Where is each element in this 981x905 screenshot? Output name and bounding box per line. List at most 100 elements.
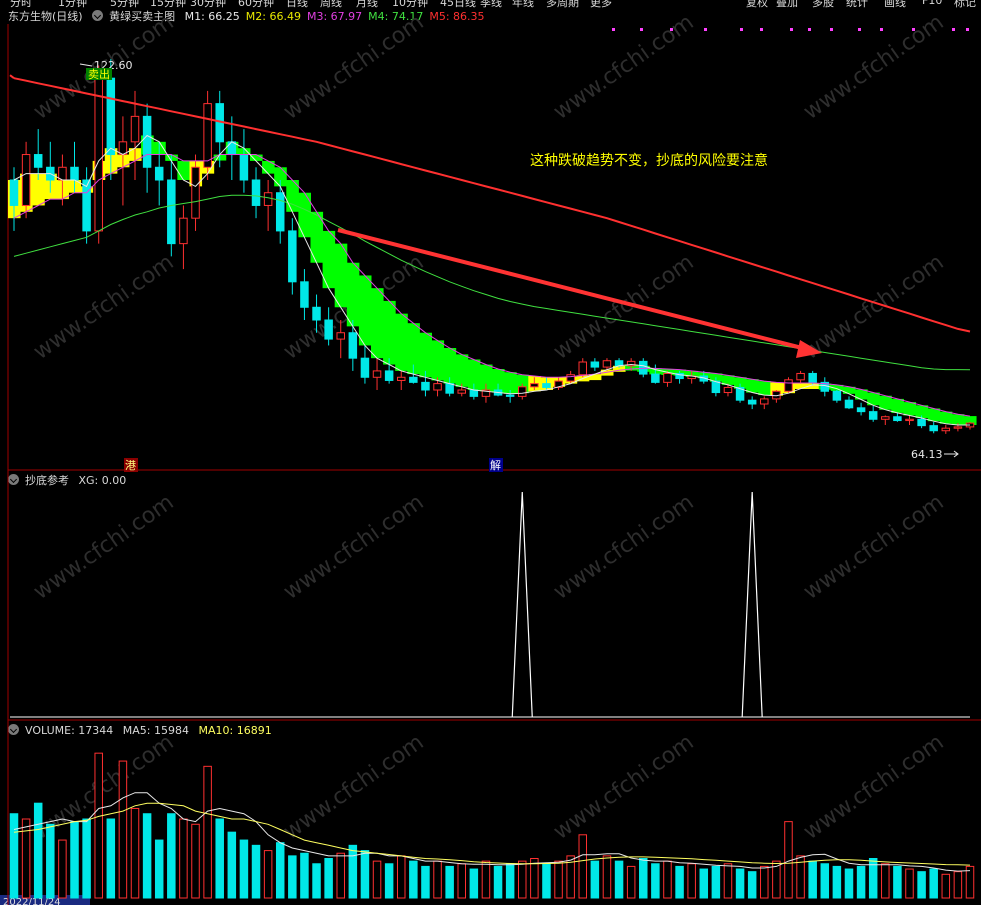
volume-bar-up [905, 868, 914, 899]
volume-bar-down [9, 813, 19, 899]
volume-bar-up [336, 852, 345, 899]
candle-down [893, 416, 902, 422]
volume-bar-down [735, 868, 745, 899]
candle-down [251, 179, 261, 206]
volume-bar-down [167, 813, 176, 899]
candle-down [868, 411, 878, 420]
marker-dot [704, 28, 707, 31]
volume-bar-up [530, 858, 539, 899]
volume-bar-up [58, 839, 67, 899]
candle-down [300, 281, 309, 308]
volume-bar-down [154, 839, 164, 899]
watermark-text: www.cfchi.com [279, 10, 428, 125]
candle-down [142, 115, 152, 168]
candle-up [578, 361, 588, 376]
volume-bar-up [118, 760, 128, 899]
marker-dot [966, 28, 969, 31]
candle-down [360, 357, 370, 378]
volume-bar-up [94, 752, 103, 899]
candle-down [808, 372, 817, 383]
candle-down [651, 373, 660, 383]
volume-bar-down [251, 844, 261, 899]
candle-up [796, 372, 805, 381]
comment-text: 这种跌破趋势不变，抄底的风险要注意 [530, 152, 768, 169]
volume-bar-up [953, 871, 963, 899]
volume-bar-up [433, 860, 442, 899]
candle-up [191, 166, 200, 219]
volume-bar-down [348, 844, 358, 899]
ribbon-block [249, 154, 263, 161]
volume-bar-down [699, 868, 709, 899]
volume-bar-down [300, 852, 309, 899]
volume-bar-up [518, 860, 527, 899]
marker-dot [880, 28, 883, 31]
candle-down [288, 230, 297, 283]
candle-up [881, 416, 890, 420]
watermark-text: www.cfchi.com [549, 490, 698, 605]
ma5-line [13, 77, 971, 333]
volume-bar-down [917, 871, 926, 899]
volume-bar-down [747, 871, 757, 899]
candle-up [784, 379, 793, 392]
candle-down [832, 390, 842, 401]
candle-down [167, 179, 176, 245]
marker-dot [740, 28, 743, 31]
candle-down [324, 319, 333, 340]
volume-bar-up [881, 863, 890, 899]
volume-bar-up [687, 863, 696, 899]
watermark-text: www.cfchi.com [799, 10, 948, 125]
volume-bar-up [263, 850, 273, 899]
volume-bar-down [856, 865, 866, 899]
watermark-text: www.cfchi.com [29, 250, 178, 365]
watermark-text: www.cfchi.com [29, 490, 178, 605]
candle-down [856, 407, 866, 413]
marker-dot [912, 28, 915, 31]
ribbon-block [358, 275, 372, 346]
watermark-text: www.cfchi.com [279, 730, 428, 845]
chart-canvas[interactable]: www.cfchi.com www.cfchi.com www.cfchi.com w… [0, 0, 981, 905]
signal-spike [511, 491, 533, 718]
candle-down [505, 394, 515, 397]
volume-bar-down [384, 863, 394, 899]
ribbon-block [746, 379, 759, 393]
marker-dot [952, 28, 955, 31]
volume-bar-down [70, 821, 79, 899]
volume-bar-down [820, 863, 830, 899]
candle-down [275, 192, 285, 232]
candle-down [639, 360, 648, 375]
candle-down [469, 389, 479, 397]
watermark-text: www.cfchi.com [799, 730, 948, 845]
volume-bar-down [808, 860, 817, 899]
volume-bar-down [409, 860, 418, 899]
volume-bar-up [760, 865, 769, 899]
volume-bar-up [130, 807, 140, 899]
watermark-text: www.cfchi.com [549, 730, 698, 845]
candle-down [542, 383, 551, 388]
candle-down [917, 418, 926, 427]
volume-bar-down [651, 863, 660, 899]
marker-dot [830, 28, 833, 31]
candle-up [433, 383, 442, 391]
ribbon-block [370, 288, 384, 359]
ribbon-block [395, 313, 408, 371]
candle-up [21, 154, 31, 206]
candle-up [336, 332, 345, 340]
candle-up [602, 360, 612, 368]
volume-bar-down [275, 842, 285, 899]
ribbon-block [419, 332, 432, 378]
volume-bar-down [590, 860, 600, 899]
marker-dot [790, 28, 793, 31]
candle-down [154, 166, 164, 181]
candle-down [590, 361, 600, 368]
candle-up [203, 103, 212, 168]
candle-down [384, 370, 394, 381]
ribbon-block [927, 408, 941, 422]
volume-bar-down [832, 865, 842, 899]
candle-up [396, 376, 406, 381]
marker-dot [760, 28, 763, 31]
volume-bar-down [215, 818, 224, 899]
watermark-text: www.cfchi.com [799, 250, 948, 365]
marker-dot [612, 28, 615, 31]
marker-dot [640, 28, 643, 31]
candle-down [421, 381, 430, 391]
